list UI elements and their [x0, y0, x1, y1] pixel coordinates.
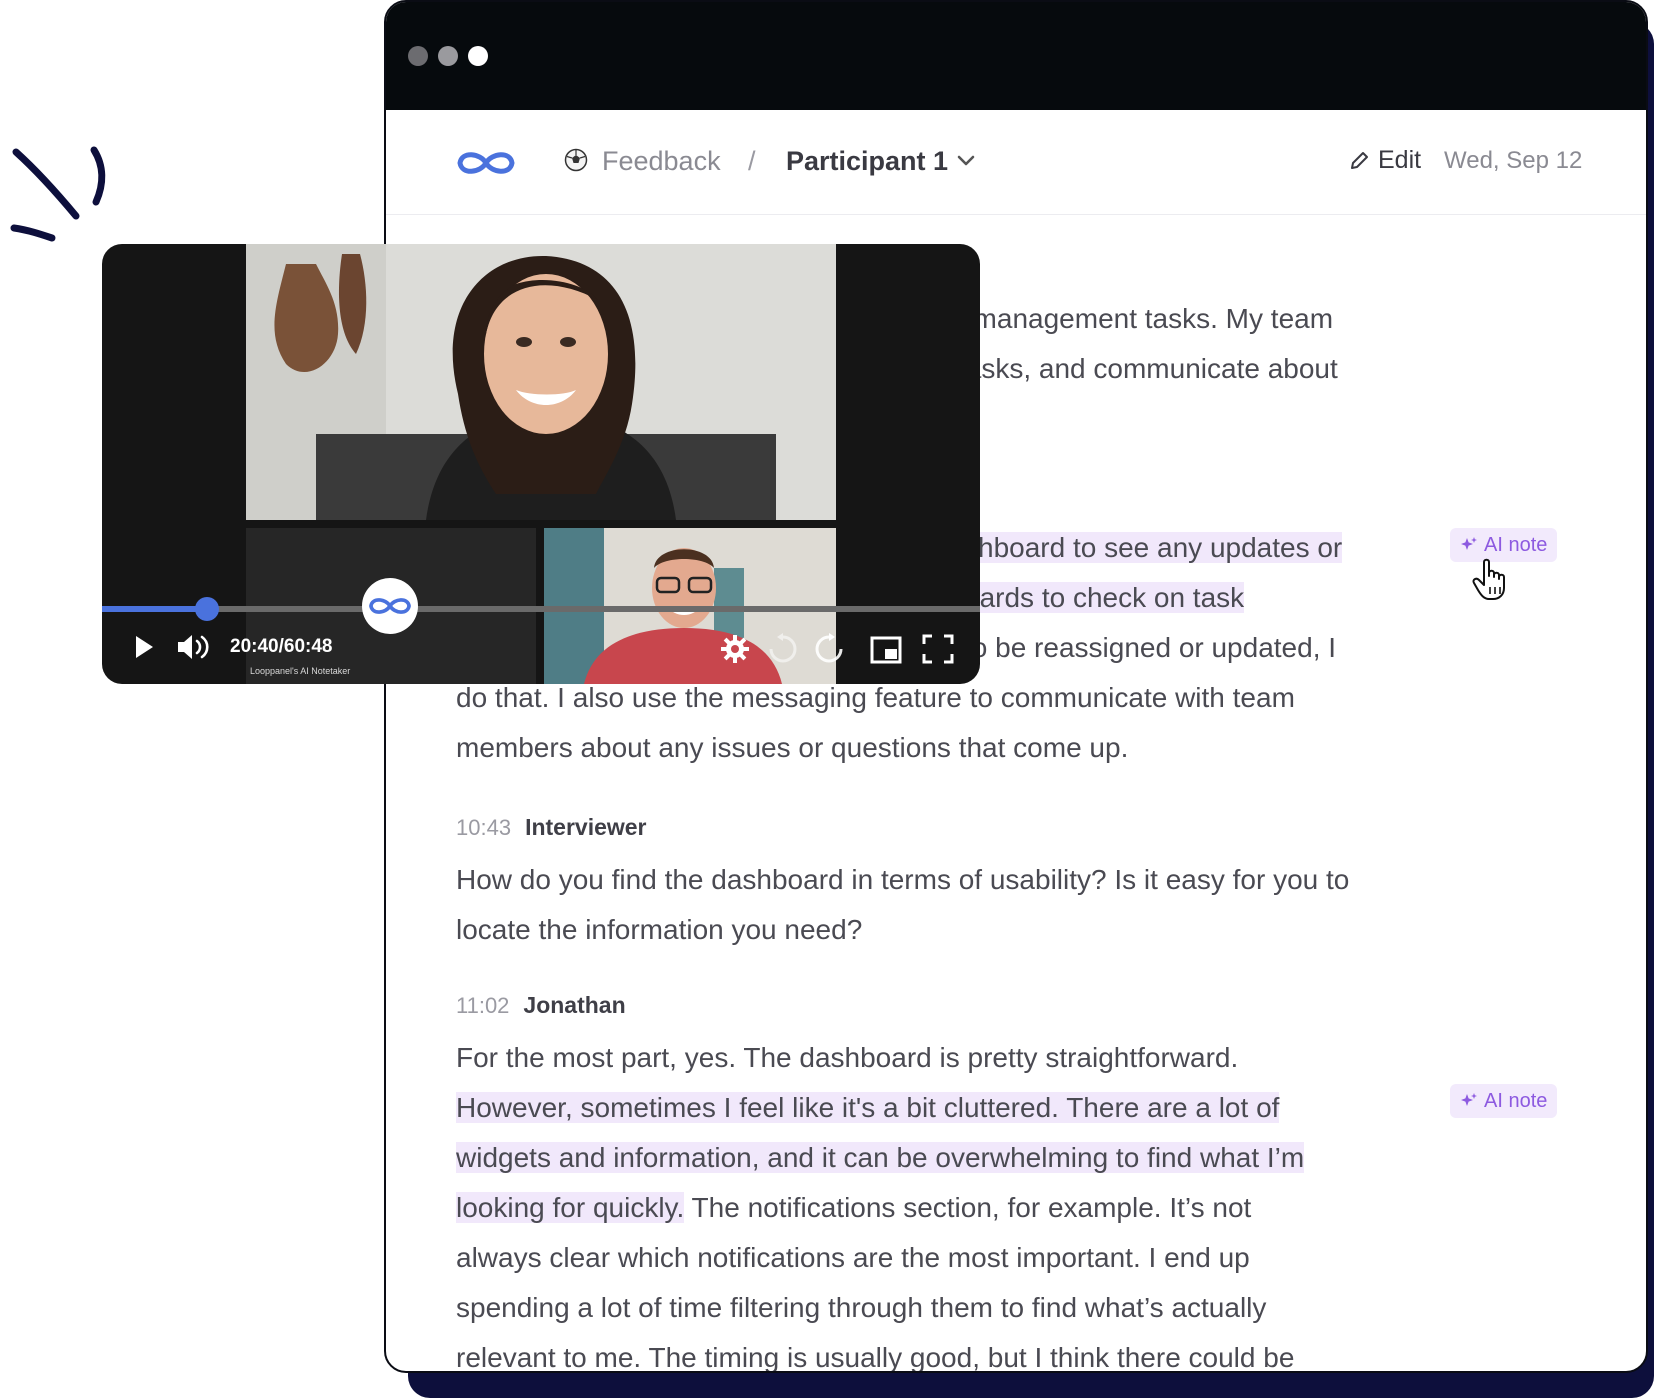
highlighted-text[interactable]: shboard to see any updates or: [964, 532, 1343, 563]
video-caption: Looppanel's AI Notetaker: [250, 666, 351, 676]
window-close-dot[interactable]: [408, 46, 428, 66]
session-date: Wed, Sep 12: [1444, 147, 1583, 174]
participant-video-frame: [246, 244, 836, 520]
transcript-entry-meta: 10:43 Interviewer: [456, 814, 647, 841]
transcript-text: The notifications section, for example. …: [684, 1192, 1252, 1223]
video-player[interactable]: 20:40/60:48 Looppanel's AI Notetaker: [102, 244, 980, 684]
play-icon[interactable]: [132, 634, 156, 660]
window-maximize-dot[interactable]: [468, 46, 488, 66]
highlighted-text[interactable]: However, sometimes I feel like it's a bi…: [456, 1092, 1280, 1123]
speaker-name: Jonathan: [523, 992, 626, 1018]
infinity-logo-icon: [369, 598, 411, 614]
notetaker-bubble[interactable]: [362, 578, 418, 634]
video-time: 20:40/60:48: [230, 636, 333, 657]
window-minimize-dot[interactable]: [438, 46, 458, 66]
breadcrumb-separator: /: [748, 146, 756, 176]
volume-icon[interactable]: [176, 632, 212, 662]
title-bar: [386, 2, 1646, 110]
transcript-line: tasks, and communicate about: [958, 353, 1338, 384]
transcript-block-1: t management tasks. My team tasks, and c…: [958, 294, 1418, 394]
edit-button[interactable]: Edit: [1348, 146, 1421, 175]
transcript-line: spending a lot of time filtering through…: [456, 1292, 1267, 1323]
transcript-line: For the most part, yes. The dashboard is…: [456, 1042, 1239, 1073]
scribble-decoration: [10, 146, 106, 242]
rewind-10-icon[interactable]: [766, 632, 800, 666]
app-window: Feedback / Participant 1 Edit Wed, Sep 1…: [384, 0, 1648, 1373]
edit-label: Edit: [1378, 146, 1422, 174]
highlighted-text[interactable]: widgets and information, and it can be o…: [456, 1142, 1305, 1173]
transcript-line: members about any issues or questions th…: [456, 732, 1129, 763]
transcript-line: How do you find the dashboard in terms o…: [456, 864, 1350, 895]
transcript-block-2: do that. I also use the messaging featur…: [456, 673, 1396, 773]
timestamp[interactable]: 11:02: [456, 993, 509, 1019]
picture-in-picture-icon[interactable]: [870, 636, 902, 664]
transcript-line: locate the information you need?: [456, 914, 863, 945]
breadcrumb-participant[interactable]: Participant 1: [786, 146, 948, 177]
soccer-ball-icon: [564, 148, 588, 172]
ai-note-label: AI note: [1484, 1089, 1548, 1112]
ai-note-badge[interactable]: AI note: [1450, 528, 1558, 562]
fullscreen-icon[interactable]: [922, 634, 954, 664]
transcript-line: to be reassigned or updated, I: [964, 632, 1337, 663]
highlighted-text[interactable]: looking for quickly.: [456, 1192, 685, 1223]
progress-knob[interactable]: [195, 597, 220, 621]
pencil-icon: [1351, 151, 1368, 169]
transcript-block-4: For the most part, yes. The dashboard is…: [456, 1033, 1396, 1373]
forward-10-icon[interactable]: [812, 632, 846, 666]
hand-cursor-icon: [1472, 558, 1505, 600]
progress-fill: [102, 606, 208, 612]
video-tile-main: [246, 244, 836, 520]
speaker-name: Interviewer: [525, 814, 647, 840]
transcript-line: always clear which notifications are the…: [456, 1242, 1250, 1273]
transcript-block-3: How do you find the dashboard in terms o…: [456, 855, 1396, 955]
header-bar: Feedback / Participant 1 Edit Wed, Sep 1…: [386, 110, 1646, 215]
ai-note-label: AI note: [1484, 533, 1548, 556]
transcript-line: relevant to me. The timing is usually go…: [456, 1342, 1295, 1373]
breadcrumb-feedback[interactable]: Feedback: [602, 146, 721, 177]
timestamp[interactable]: 10:43: [456, 815, 511, 841]
infinity-logo-icon[interactable]: [456, 148, 516, 178]
sparkle-icon: [1461, 1093, 1477, 1106]
transcript-block-2-right: shboard to see any updates or oards to c…: [964, 523, 1444, 673]
sparkle-icon: [1461, 537, 1477, 550]
highlighted-text[interactable]: oards to check on task: [964, 582, 1245, 613]
progress-track[interactable]: [102, 606, 980, 612]
transcript-line: t management tasks. My team: [958, 303, 1334, 334]
chevron-down-icon[interactable]: [956, 154, 976, 168]
gear-icon[interactable]: [720, 634, 750, 664]
ai-note-badge[interactable]: AI note: [1450, 1084, 1558, 1118]
transcript-entry-meta: 11:02 Jonathan: [456, 992, 626, 1019]
